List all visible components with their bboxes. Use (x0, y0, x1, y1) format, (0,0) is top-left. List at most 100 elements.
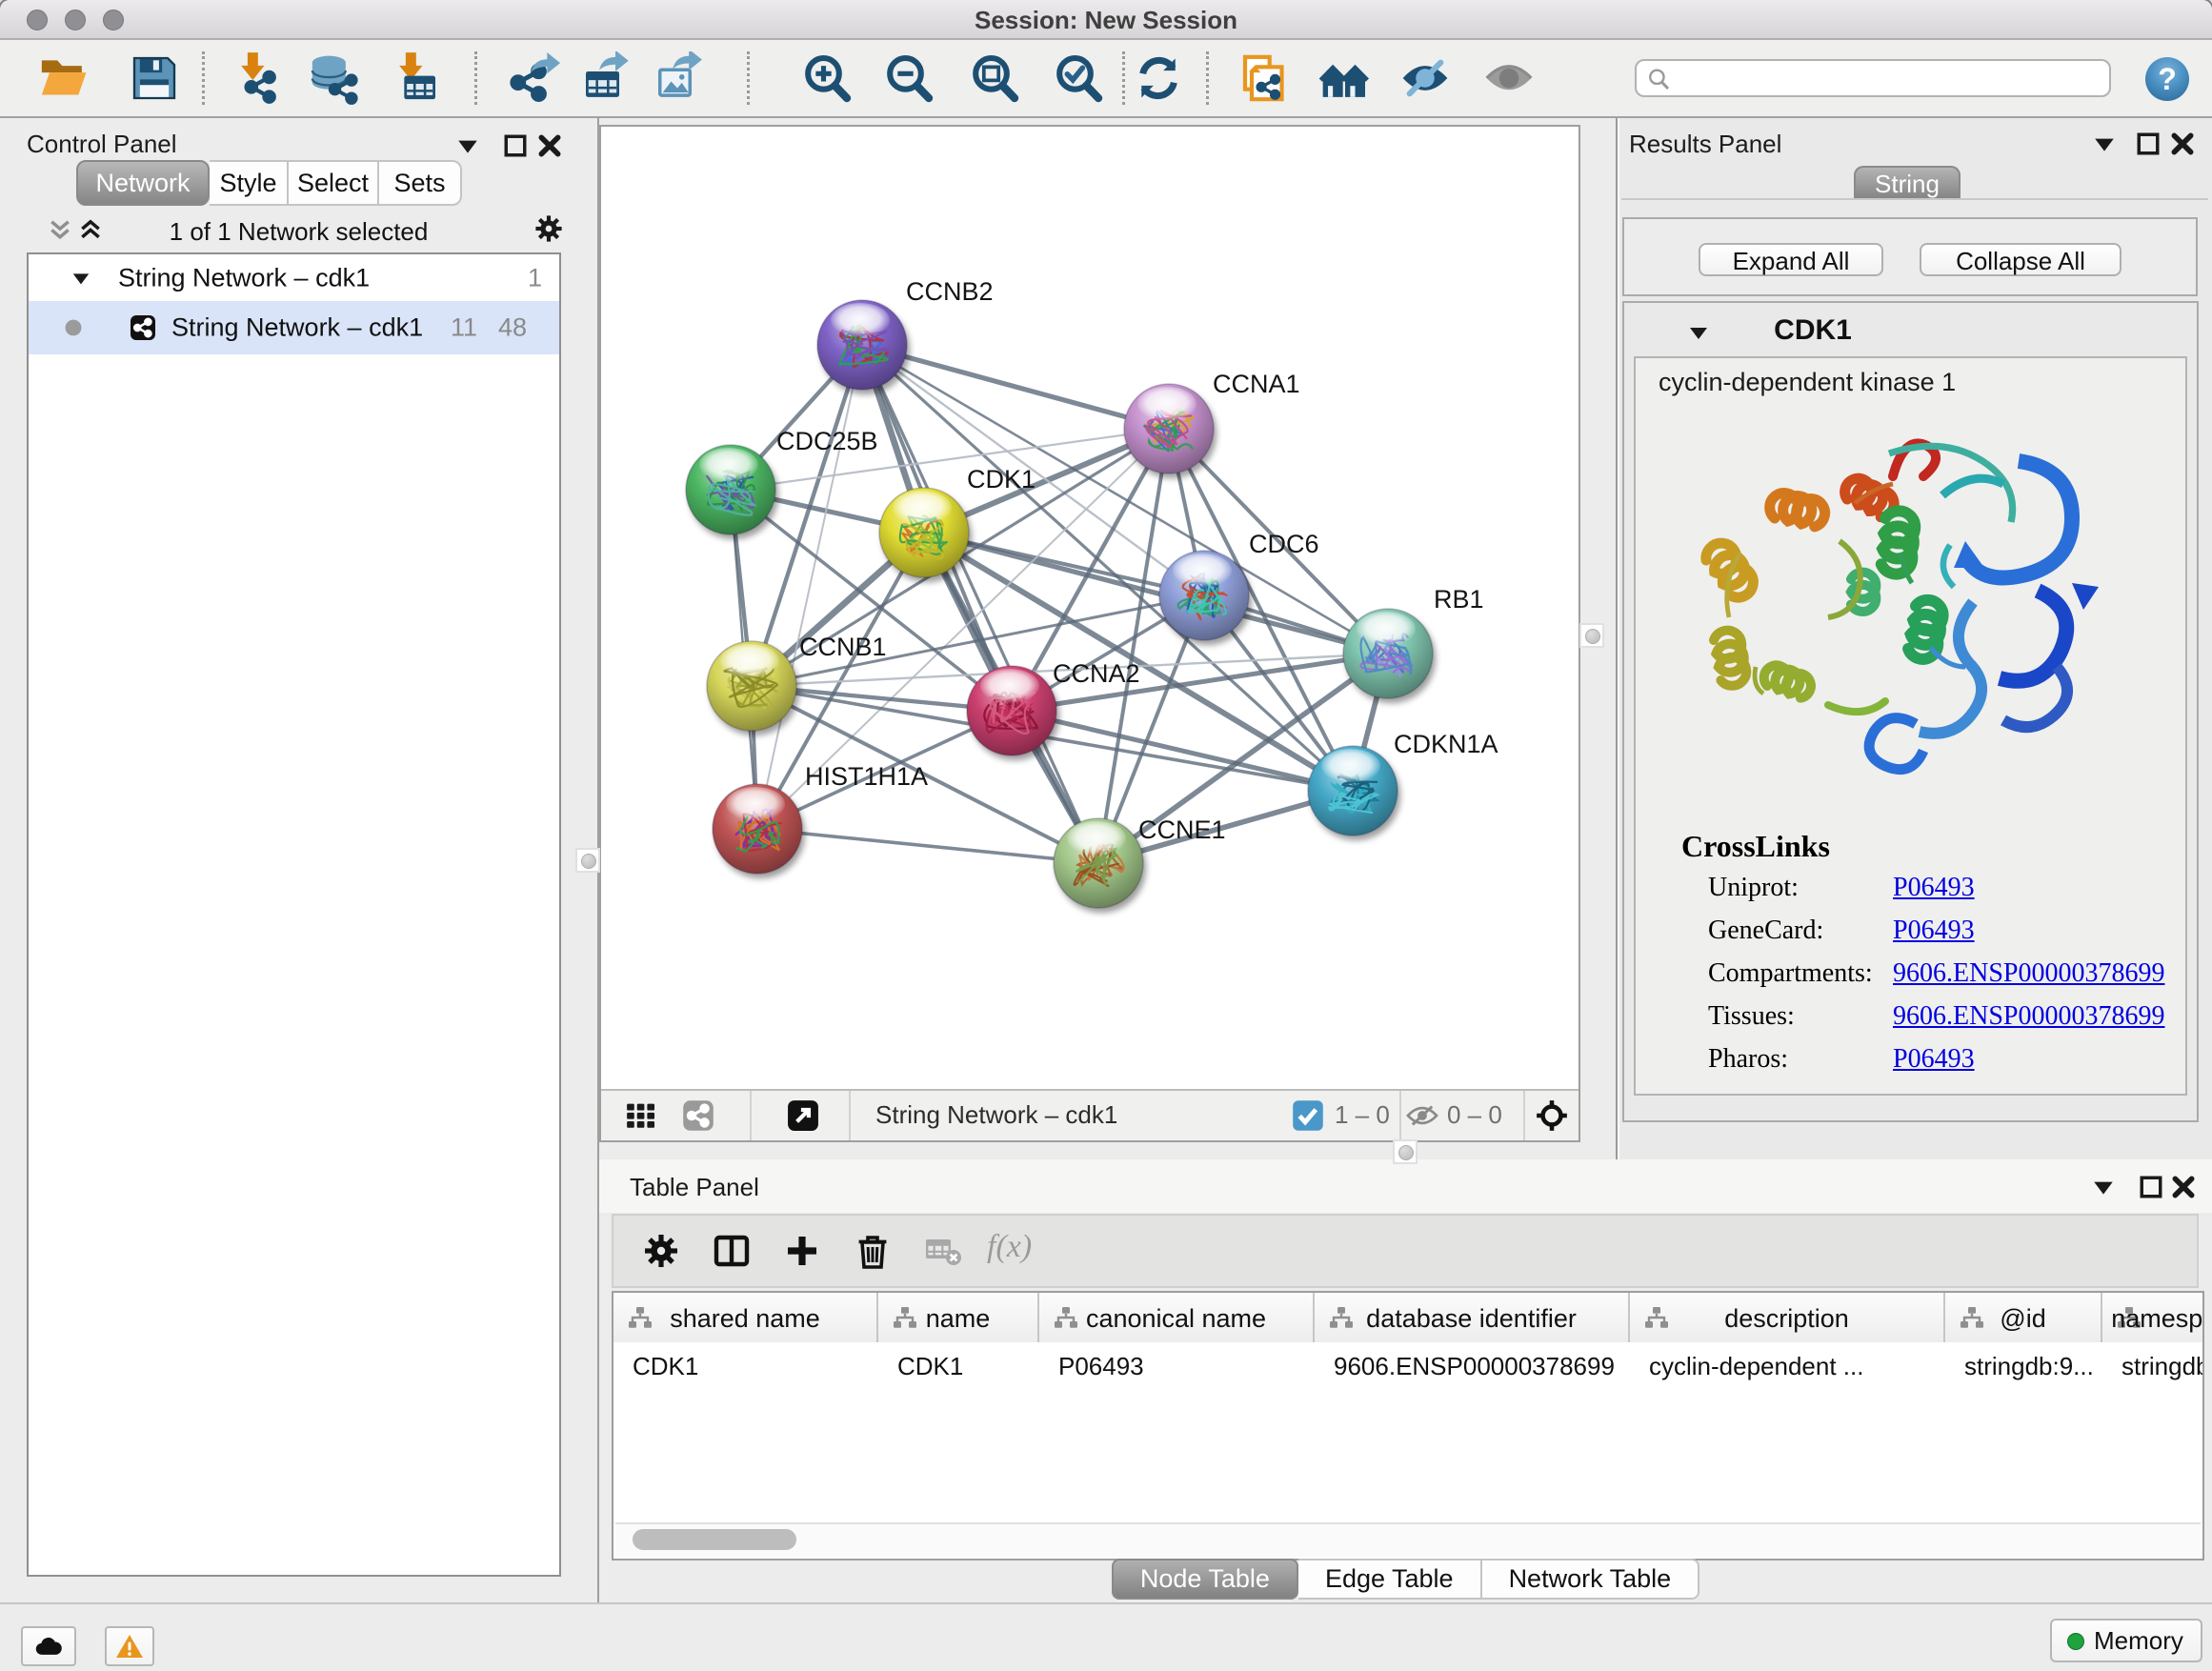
node-table[interactable]: shared name name canonical name database… (612, 1291, 2204, 1560)
network-row[interactable]: String Network – cdk1 11 48 (29, 301, 559, 354)
tab-sets[interactable]: Sets (379, 160, 462, 206)
float-table-icon[interactable] (2091, 1175, 2116, 1199)
toolbar-separator (1206, 51, 1209, 105)
column-header--id[interactable]: @id (1945, 1293, 2102, 1342)
copy-style-icon[interactable] (1238, 51, 1292, 105)
column-header-canonical-name[interactable]: canonical name (1039, 1293, 1315, 1342)
column-header-description[interactable]: description (1630, 1293, 1945, 1342)
table-hscrollbar[interactable] (615, 1522, 2201, 1557)
tab-edge-table[interactable]: Edge Table (1298, 1559, 1482, 1600)
title-bar[interactable]: Session: New Session (0, 0, 2212, 40)
crosslink-link[interactable]: 9606.ENSP00000378699 (1893, 958, 2164, 989)
tab-network-table[interactable]: Network Table (1482, 1559, 1700, 1600)
table-toolbar: f(x) (612, 1214, 2199, 1288)
toolbar-separator (1122, 51, 1125, 105)
control-panel-tabs: NetworkStyleSelectSets (76, 160, 462, 206)
network-view-toolbar: String Network – cdk1 1 – 0 0 – 0 (601, 1089, 1579, 1140)
collapse-all-button[interactable]: Collapse All (1920, 243, 2122, 276)
memory-button[interactable]: Memory (2050, 1619, 2202, 1662)
hide-selected-icon[interactable] (1398, 51, 1452, 105)
zoom-in-icon[interactable] (800, 51, 854, 105)
tab-node-table[interactable]: Node Table (1112, 1559, 1298, 1600)
columns-icon[interactable] (713, 1232, 751, 1270)
svg-text:CDKN1A: CDKN1A (1394, 730, 1498, 758)
add-column-icon[interactable] (783, 1232, 821, 1270)
selected-checkbox-icon[interactable] (1292, 1099, 1324, 1132)
tab-style[interactable]: Style (210, 160, 289, 206)
import-table-icon[interactable] (389, 51, 442, 105)
crosslink-label: GeneCard: (1708, 916, 1823, 946)
crosslink-link[interactable]: 9606.ENSP00000378699 (1893, 1001, 2164, 1032)
first-neighbors-icon[interactable] (1318, 51, 1372, 105)
import-network-database-icon[interactable] (307, 51, 360, 105)
crosslink-link[interactable]: P06493 (1893, 1044, 1975, 1075)
delete-column-icon[interactable] (854, 1232, 892, 1270)
show-all-icon[interactable] (1482, 51, 1536, 105)
refresh-icon[interactable] (1132, 51, 1185, 105)
column-header-database-identifier[interactable]: database identifier (1315, 1293, 1630, 1342)
warning-button[interactable] (105, 1626, 154, 1666)
table-cell[interactable]: stringdb:9... (1964, 1352, 2101, 1381)
bottom-splitter-handle[interactable] (1393, 1139, 1418, 1164)
table-cell[interactable]: cyclin-dependent ... (1649, 1352, 1943, 1381)
left-splitter-handle[interactable] (575, 848, 600, 873)
table-cell[interactable]: P06493 (1058, 1352, 1313, 1381)
float-panel-icon[interactable] (455, 133, 480, 158)
zoom-selected-icon[interactable] (1052, 51, 1105, 105)
close-table-icon[interactable] (2171, 1175, 2196, 1199)
gear-icon[interactable] (642, 1232, 680, 1270)
function-builder-button[interactable]: f(x) (987, 1229, 1032, 1265)
table-cell[interactable]: 9606.ENSP00000378699 (1334, 1352, 1628, 1381)
network-collection-row[interactable]: String Network – cdk1 1 (29, 254, 559, 301)
right-splitter-handle[interactable] (1579, 623, 1604, 648)
birds-eye-icon[interactable] (682, 1099, 714, 1132)
hidden-eye-icon[interactable] (1406, 1099, 1438, 1132)
search-input[interactable] (1635, 59, 2111, 97)
column-header-name[interactable]: name (878, 1293, 1039, 1342)
svg-text:RB1: RB1 (1434, 585, 1484, 614)
gene-header[interactable]: CDK1 (1624, 303, 2197, 356)
zoom-fit-icon[interactable] (968, 51, 1021, 105)
export-network-icon[interactable] (509, 51, 562, 105)
crosslink-link[interactable]: P06493 (1893, 873, 1975, 903)
import-network-icon[interactable] (231, 51, 284, 105)
table-panel: Table Panel f(x) shared na (599, 1159, 2212, 1602)
network-options-gear-icon[interactable] (533, 213, 564, 244)
column-header-namespace[interactable]: namespace (2102, 1293, 2204, 1342)
table-cell[interactable]: stringdb (2122, 1352, 2204, 1381)
help-icon[interactable]: ? (2145, 57, 2189, 101)
svg-text:CCNA1: CCNA1 (1213, 370, 1300, 398)
float-results-icon[interactable] (2092, 131, 2117, 156)
export-table-icon[interactable] (579, 51, 633, 105)
table-cell[interactable]: CDK1 (633, 1352, 876, 1381)
tab-string[interactable]: String (1854, 166, 1961, 199)
column-header-shared-name[interactable]: shared name (613, 1293, 878, 1342)
collapse-triangle-icon[interactable] (70, 268, 91, 289)
close-panel-icon[interactable] (537, 133, 562, 158)
scrollbar-thumb[interactable] (633, 1529, 796, 1550)
results-panel-title: Results Panel (1629, 130, 1781, 159)
table-row[interactable]: CDK1 CDK1 P06493 9606.ENSP00000378699 cyclin… (613, 1342, 2202, 1390)
network-view[interactable]: CCNB2CCNA1CDC25BCDK1CDC6RB1CCNB1CCNA2CDK… (599, 125, 1580, 1142)
network-graph[interactable]: CCNB2CCNA1CDC25BCDK1CDC6RB1CCNB1CCNA2CDK… (601, 127, 1579, 1091)
save-session-icon[interactable] (128, 51, 181, 105)
export-image-icon[interactable] (652, 51, 705, 105)
zoom-out-icon[interactable] (882, 51, 935, 105)
maximize-table-icon[interactable] (2139, 1175, 2163, 1199)
open-file-icon[interactable] (36, 51, 90, 105)
maximize-results-icon[interactable] (2136, 131, 2161, 156)
close-results-icon[interactable] (2170, 131, 2195, 156)
grid-view-icon[interactable] (625, 1099, 657, 1132)
tab-network[interactable]: Network (76, 160, 210, 206)
crosshair-icon[interactable] (1536, 1099, 1568, 1132)
network-collection-label: String Network – cdk1 (118, 263, 370, 292)
expand-all-button[interactable]: Expand All (1699, 243, 1883, 276)
svg-text:CCNA2: CCNA2 (1053, 659, 1140, 688)
export-view-icon[interactable] (787, 1099, 819, 1132)
crosslink-label: Tissues: (1708, 1001, 1795, 1032)
maximize-panel-icon[interactable] (503, 133, 528, 158)
crosslink-link[interactable]: P06493 (1893, 916, 1975, 946)
table-cell[interactable]: CDK1 (897, 1352, 1037, 1381)
tab-select[interactable]: Select (289, 160, 379, 206)
cloud-button[interactable] (21, 1626, 76, 1666)
